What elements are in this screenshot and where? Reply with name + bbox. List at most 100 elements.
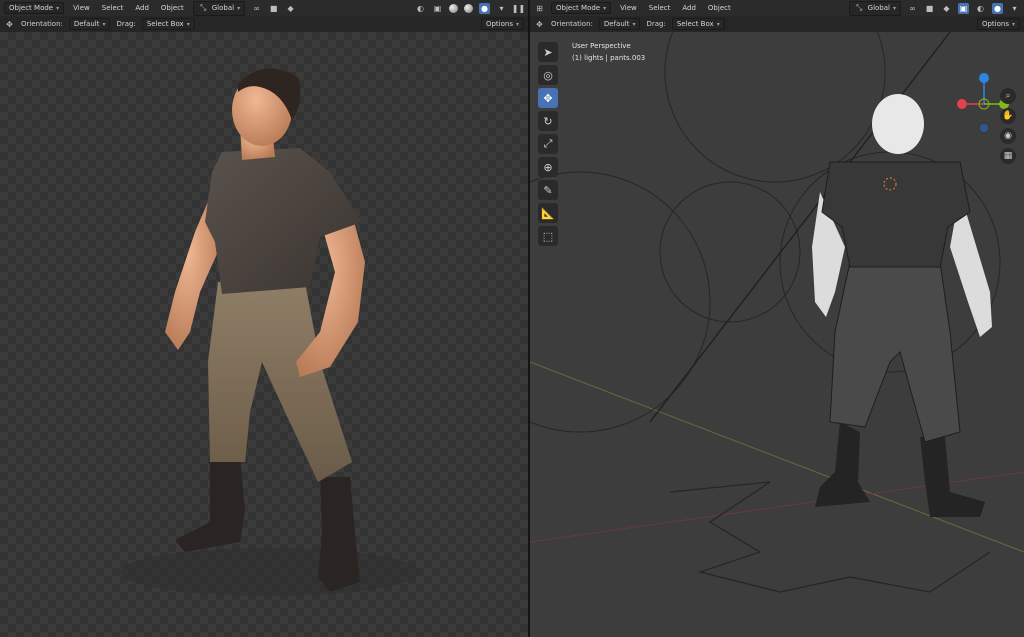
right-boot [920,437,985,517]
right-orientation-value: Default [603,20,630,28]
left-options-label: Options [485,20,513,28]
editor-type-icon[interactable]: ⊞ [534,3,545,14]
chevron-down-icon: ▾ [716,20,720,28]
x-axis-ball[interactable] [957,99,967,109]
right-header-bar: ⊞ Object Mode ▾ View Select Add Object ⤡ G… [530,0,1024,16]
pants [829,261,961,443]
left-drag-value: Select Box [146,20,184,28]
rendered-shading-icon[interactable]: ● [479,2,490,14]
chevron-down-icon: ▾ [1011,20,1015,28]
chevron-down-icon: ▾ [56,4,60,12]
head [872,94,924,154]
snap-icon[interactable]: ■ [924,3,935,14]
right-drag-value: Select Box [676,20,714,28]
proportional-icon[interactable]: ◆ [285,3,296,14]
transform-orientation-icon: ⤡ [855,3,863,12]
zoom-icon[interactable]: ⌕ [1000,88,1016,104]
left-orientation-dropdown[interactable]: Default ▾ [68,18,111,30]
rig-wireframe-scene [530,32,1024,593]
tool-shelf: ➤ ◎ ✥ ↻ ⤢ ⊕ ✎ 📐 ⬚ [538,42,558,246]
left-drag-label: Drag: [116,20,136,28]
chevron-down-icon: ▾ [892,4,896,12]
overlay-icon[interactable]: ◐ [975,3,986,14]
right-mode-dropdown[interactable]: Object Mode ▾ [551,2,612,14]
right-options-dropdown[interactable]: Options ▾ [976,18,1020,30]
annotate-icon[interactable]: ✎ [538,180,558,200]
character-render [120,68,420,596]
neg-z-axis-ball[interactable] [980,124,988,132]
right-menu-object[interactable]: Object [705,3,734,13]
xray-icon[interactable]: ▣ [432,3,443,14]
z-axis-ball[interactable] [979,73,989,83]
left-mode-label: Object Mode [9,4,54,12]
material-shading-icon[interactable] [464,3,473,13]
snap-icon[interactable]: ■ [268,3,279,14]
right-drag-dropdown[interactable]: Select Box ▾ [671,18,725,30]
view-name-label: User Perspective [572,42,631,50]
add-cube-icon[interactable]: ⬚ [538,226,558,246]
right-viewport-pane: ⊞ Object Mode ▾ View Select Add Object ⤡ G… [530,0,1024,637]
right-mode-label: Object Mode [556,4,601,12]
left-transform-label: Global [211,4,235,12]
move-icon[interactable]: ✥ [538,88,558,108]
collection-label: (1) lights | pants.003 [572,54,646,62]
left-transform-dropdown[interactable]: ⤡ Global ▾ [192,0,246,16]
hand-icon[interactable]: ✋ [1000,108,1016,124]
measure-icon[interactable]: 📐 [538,203,558,223]
pause-icon[interactable]: ❚❚ [512,3,525,14]
left-viewport-pane: Object Mode ▾ View Select Add Object ⤡ Glo… [0,0,528,637]
right-drag-label: Drag: [646,20,666,28]
transform-orientation-icon: ⤡ [200,3,207,12]
chevron-down-icon: ▾ [186,20,190,28]
transform-icon[interactable]: ⊕ [538,157,558,177]
right-menu-view[interactable]: View [617,3,640,13]
solid-shading-icon[interactable]: ● [992,2,1003,14]
select-cursor-icon[interactable]: ➤ [538,42,558,62]
viewport-info: User Perspective (1) lights | pants.003 [572,40,645,64]
shading-options-icon[interactable]: ▾ [1009,3,1020,14]
right-tool-settings: ✥ Orientation: Default ▾ Drag: Select Box… [530,16,1024,32]
rotate-icon[interactable]: ↻ [538,111,558,131]
left-header-bar: Object Mode ▾ View Select Add Object ⤡ Glo… [0,0,528,16]
left-tool-settings: ✥ Orientation: Default ▾ Drag: Select Box… [0,16,528,32]
light-circle [659,181,801,323]
solid-shading-icon[interactable] [449,3,458,13]
left-rendered-viewport[interactable] [0,32,528,637]
left-boot [175,452,245,552]
right-options-label: Options [981,20,1009,28]
chevron-down-icon: ▾ [515,20,519,28]
right-transform-dropdown[interactable]: ⤡ Global ▾ [848,0,901,16]
left-menu-object[interactable]: Object [158,3,187,13]
right-orientation-dropdown[interactable]: Default ▾ [598,18,641,30]
scale-icon[interactable]: ⤢ [538,134,558,154]
right-menu-select[interactable]: Select [646,3,674,13]
move-icon: ✥ [6,19,13,29]
chevron-down-icon: ▾ [603,4,607,12]
move-icon: ✥ [536,19,543,29]
right-menu-add[interactable]: Add [679,3,699,13]
cursor-icon[interactable]: ◎ [538,65,558,85]
left-menu-select[interactable]: Select [99,3,127,13]
link-icon[interactable]: ∞ [907,3,918,14]
shirt [821,161,971,268]
grid-icon[interactable]: ▦ [1000,148,1016,164]
left-menu-view[interactable]: View [70,3,93,13]
camera-icon[interactable]: ◉ [1000,128,1016,144]
left-orientation-value: Default [73,20,100,28]
left-orientation-label: Orientation: [21,20,63,28]
left-mode-dropdown[interactable]: Object Mode ▾ [4,2,65,14]
overlay-icon[interactable]: ◐ [415,3,426,14]
right-solid-viewport[interactable]: ➤ ◎ ✥ ↻ ⤢ ⊕ ✎ 📐 ⬚ User Perspective (1) l… [530,32,1024,637]
chevron-down-icon: ▾ [102,20,106,28]
chevron-down-icon: ▾ [632,20,636,28]
left-drag-dropdown[interactable]: Select Box ▾ [141,18,195,30]
left-menu-add[interactable]: Add [132,3,152,13]
shading-options-icon[interactable]: ▾ [496,3,507,14]
proportional-icon[interactable]: ◆ [941,3,952,14]
right-boot [318,477,360,592]
left-options-dropdown[interactable]: Options ▾ [480,18,524,30]
xray-icon[interactable]: ▣ [958,2,969,14]
link-icon[interactable]: ∞ [251,3,262,14]
right-orientation-label: Orientation: [551,20,593,28]
chevron-down-icon: ▾ [237,4,241,12]
